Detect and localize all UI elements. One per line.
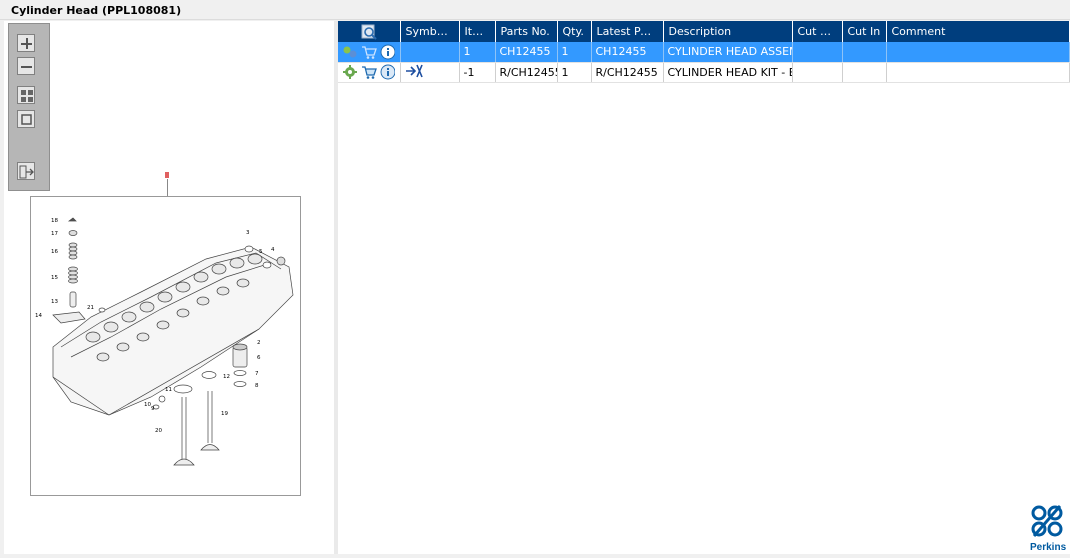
parts-list-pane: Symbol(s) Item Parts No. Qty. Latest Par…: [338, 21, 1070, 554]
column-header-actions[interactable]: [338, 21, 401, 42]
drawing-pane[interactable]: 18 17 16 15 13 21 14 3 5 4 2 6 7 8 12 11…: [4, 21, 334, 554]
callout-label: 5: [259, 249, 263, 255]
parts-drawing[interactable]: 18 17 16 15 13 21 14 3 5 4 2 6 7 8 12 11…: [30, 196, 301, 496]
callout-label: 12: [223, 374, 230, 380]
callout-label: 3: [246, 230, 250, 236]
table-header-row: Symbol(s) Item Parts No. Qty. Latest Par…: [338, 21, 1070, 42]
row-comment: [886, 42, 1070, 63]
callout-label: 6: [257, 355, 261, 361]
search-list-icon: [361, 24, 377, 40]
row-item: 1: [459, 42, 496, 63]
row-qty: 1: [557, 62, 592, 83]
callout-label: 11: [165, 387, 172, 393]
shopping-cart-icon[interactable]: [361, 64, 377, 80]
callout-label: 4: [271, 247, 275, 253]
zoom-in-icon: [21, 38, 32, 49]
column-header-item[interactable]: Item: [459, 21, 496, 42]
row-item: -1: [459, 62, 496, 83]
table-row[interactable]: 1 CH12455 1 CH12455 CYLINDER HEAD ASSEMB…: [338, 42, 1070, 63]
row-cut-out: [792, 42, 843, 63]
column-header-description[interactable]: Description: [663, 21, 793, 42]
row-cut-out: [792, 62, 843, 83]
row-comment: [886, 62, 1070, 83]
zoom-in-button[interactable]: [17, 34, 35, 52]
page-title: Cylinder Head (PPL108081): [11, 4, 182, 17]
export-icon: [19, 165, 34, 179]
perkins-logo: Perkins: [1028, 503, 1070, 554]
cylinder-head-exploded-diagram: 18 17 16 15 13 21 14 3 5 4 2 6 7 8 12 11…: [35, 217, 294, 466]
gear-icon[interactable]: [342, 64, 358, 80]
row-actions: [338, 42, 401, 63]
brand-name: Perkins: [1030, 542, 1067, 553]
viewer-toolbar: [8, 23, 50, 191]
column-header-cut-out[interactable]: Cut Out: [792, 21, 843, 42]
row-parts-no: CH12455: [495, 42, 558, 63]
callout-label: 13: [51, 299, 58, 305]
row-symbols: [400, 42, 460, 63]
exchange-symbol-icon[interactable]: [405, 63, 425, 79]
row-description: CYLINDER HEAD KIT - EXCHANGE: [663, 62, 793, 83]
title-bar: Cylinder Head (PPL108081): [0, 0, 1070, 20]
row-latest-part: R/CH12455: [591, 62, 664, 83]
column-header-qty[interactable]: Qty.: [557, 21, 592, 42]
row-parts-no: R/CH12455: [495, 62, 558, 83]
callout-label: 15: [51, 275, 58, 281]
callout-label: 16: [51, 249, 58, 255]
fit-page-icon: [21, 90, 33, 102]
fit-page-button[interactable]: [17, 86, 35, 104]
callout-label: 19: [221, 411, 228, 417]
row-description: CYLINDER HEAD ASSEMBLY: [663, 42, 793, 63]
callout-label: 17: [51, 231, 58, 237]
table-row[interactable]: -1 R/CH12455 1 R/CH12455 CYLINDER HEAD K…: [338, 62, 1070, 83]
column-header-cut-in[interactable]: Cut In: [842, 21, 887, 42]
zoom-out-button[interactable]: [17, 57, 35, 75]
row-qty: 1: [557, 42, 592, 63]
parts-table: Symbol(s) Item Parts No. Qty. Latest Par…: [338, 21, 1070, 83]
column-header-symbols[interactable]: Symbol(s): [400, 21, 460, 42]
row-latest-part: CH12455: [591, 42, 664, 63]
row-cut-in: [842, 62, 887, 83]
callout-label: 21: [87, 305, 94, 311]
callout-label: 7: [255, 371, 259, 377]
parts-group-icon[interactable]: [342, 44, 358, 60]
callout-label: 8: [255, 383, 259, 389]
callout-label: 20: [155, 428, 162, 434]
column-header-latest-part[interactable]: Latest Part...: [591, 21, 664, 42]
callout-label: 9: [151, 406, 155, 412]
row-symbols: [400, 62, 460, 83]
hotspot-marker[interactable]: [165, 172, 169, 178]
actual-size-button[interactable]: [17, 110, 35, 128]
zoom-out-icon: [21, 66, 32, 68]
row-actions: [338, 62, 401, 83]
hotspot-leader-line: [167, 179, 168, 196]
row-cut-in: [842, 42, 887, 63]
export-button[interactable]: [17, 162, 35, 180]
callout-label: 18: [51, 218, 58, 224]
info-icon[interactable]: [380, 64, 396, 80]
actual-size-icon: [21, 114, 32, 125]
info-icon[interactable]: [380, 44, 396, 60]
callout-label: 14: [35, 313, 42, 319]
shopping-cart-icon[interactable]: [361, 44, 377, 60]
column-header-comment[interactable]: Comment: [886, 21, 1070, 42]
callout-label: 2: [257, 340, 261, 346]
column-header-parts-no[interactable]: Parts No.: [495, 21, 558, 42]
